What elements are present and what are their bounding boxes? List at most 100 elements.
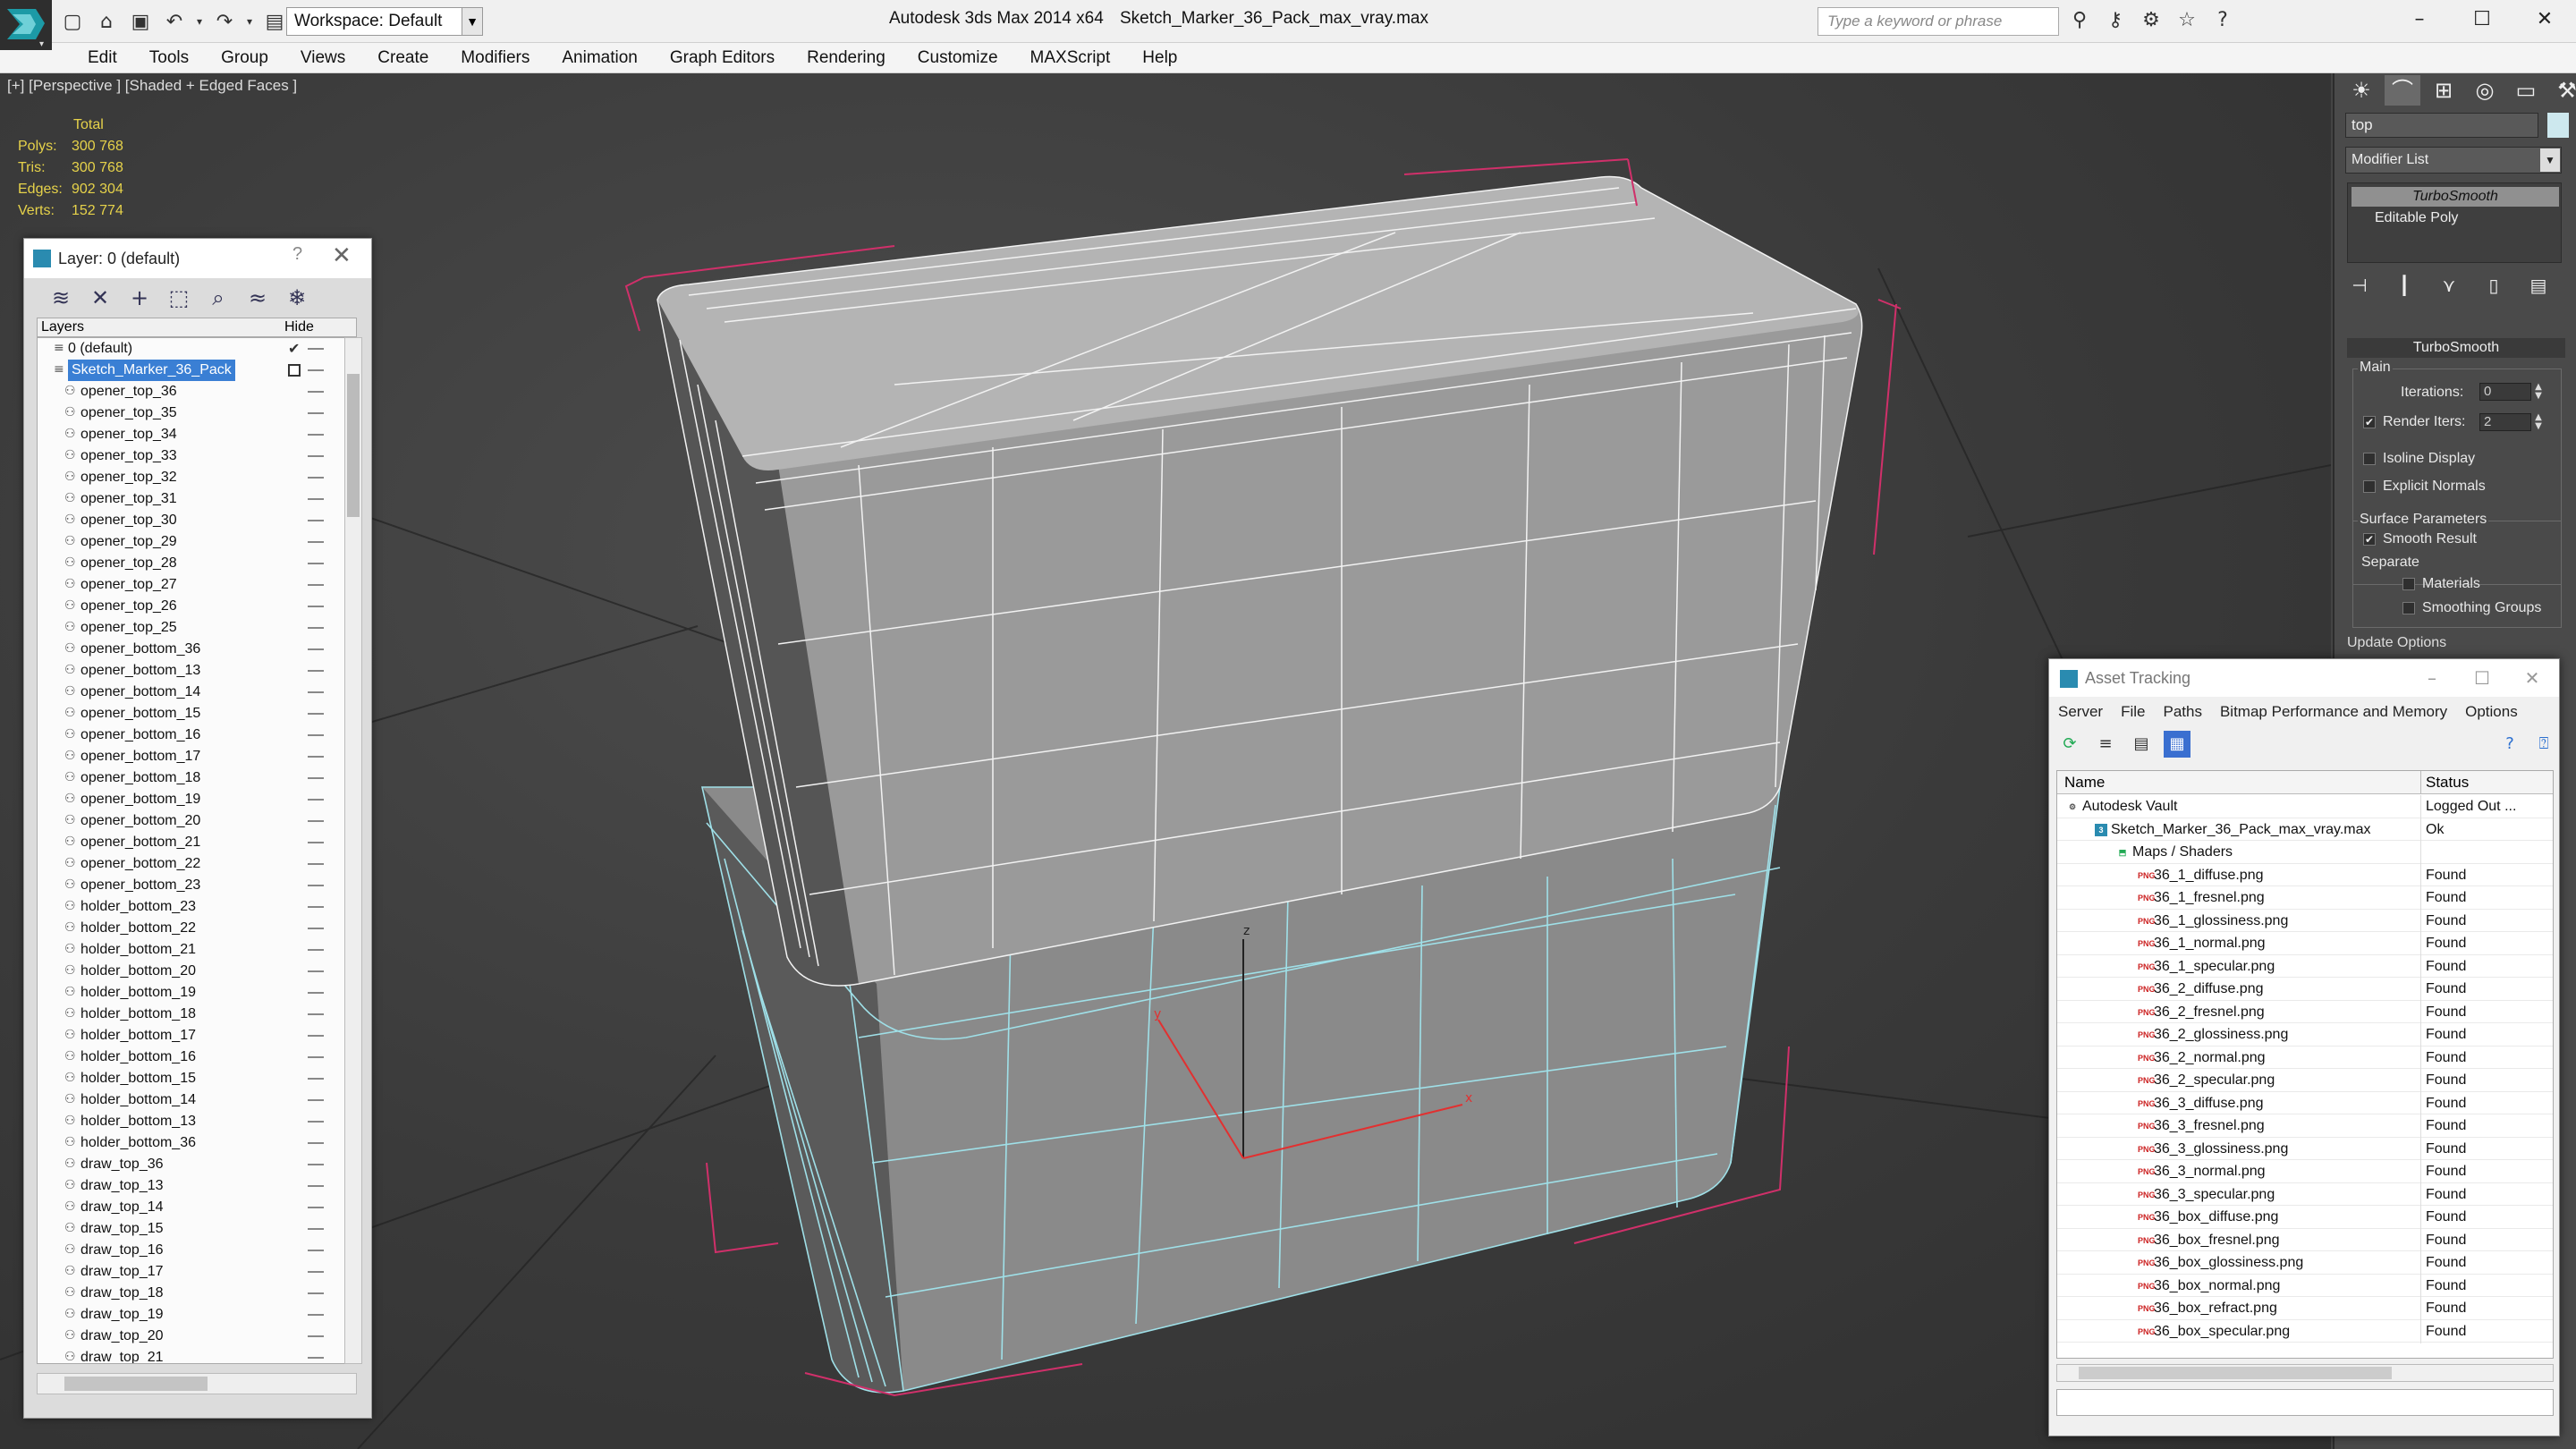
hide-toggle[interactable] — [308, 691, 324, 693]
hide-toggle[interactable] — [308, 1228, 324, 1230]
layer-row[interactable]: ⚇ opener_bottom_13 — [38, 660, 356, 682]
layer-row[interactable]: ≡ 0 (default) ✔ — [38, 338, 356, 360]
layer-row[interactable]: ⚇ draw_top_21 — [38, 1347, 356, 1363]
layer-row[interactable]: ⚇ draw_top_18 — [38, 1283, 356, 1304]
hide-toggle[interactable] — [308, 1121, 324, 1123]
layers-column-header[interactable]: Layers — [41, 318, 84, 336]
highlight-layer-icon[interactable]: ⌕ — [203, 283, 233, 313]
hide-toggle[interactable] — [308, 1357, 324, 1359]
hide-toggle[interactable] — [308, 1314, 324, 1316]
hide-toggle[interactable] — [308, 1185, 324, 1187]
name-column-header[interactable]: Name — [2064, 771, 2105, 794]
make-unique-icon[interactable]: ⋎ — [2433, 272, 2465, 299]
layer-row[interactable]: ≡ Sketch_Marker_36_Pack — [38, 360, 356, 381]
configure-sets-icon[interactable]: ▤ — [2522, 272, 2555, 299]
menu-create[interactable]: Create — [361, 43, 445, 73]
hide-toggle[interactable] — [308, 369, 324, 371]
layer-row[interactable]: ⚇ holder_bottom_36 — [38, 1132, 356, 1154]
hide-toggle[interactable] — [308, 1335, 324, 1337]
asset-row[interactable]: PNG 36_2_specular.png Found — [2057, 1069, 2553, 1092]
communication-icon[interactable]: ⚙ — [2138, 7, 2165, 34]
asset-row[interactable]: 3 Sketch_Marker_36_Pack_max_vray.max Ok — [2057, 818, 2553, 842]
hide-toggle[interactable] — [308, 627, 324, 629]
freeze-all-icon[interactable]: ❄ — [282, 283, 312, 313]
menu-tools[interactable]: Tools — [133, 43, 205, 73]
maximize-icon[interactable]: ☐ — [2457, 659, 2507, 697]
layer-row[interactable]: ⚇ opener_top_32 — [38, 467, 356, 488]
refresh-icon[interactable]: ⟳ — [2056, 731, 2083, 758]
asset-row[interactable]: PNG 36_box_normal.png Found — [2057, 1274, 2553, 1298]
close-icon[interactable]: ✕ — [332, 242, 352, 269]
workspace-select[interactable]: Workspace: Default — [286, 7, 483, 36]
asset-menu-options[interactable]: Options — [2456, 697, 2527, 727]
status-column-header[interactable]: Status — [2426, 771, 2469, 794]
hide-toggle[interactable] — [308, 477, 324, 479]
hide-toggle[interactable] — [308, 670, 324, 672]
update-options-label[interactable]: Update Options — [2347, 635, 2565, 651]
asset-row[interactable]: PNG 36_3_normal.png Found — [2057, 1160, 2553, 1183]
layer-row[interactable]: ⚇ opener_bottom_23 — [38, 875, 356, 896]
minimize-icon[interactable]: – — [2407, 659, 2457, 697]
hide-toggle[interactable] — [308, 563, 324, 564]
asset-row[interactable]: PNG 36_3_glossiness.png Found — [2057, 1137, 2553, 1161]
maximize-icon[interactable]: ☐ — [2451, 0, 2513, 39]
layer-row[interactable]: ⚇ holder_bottom_13 — [38, 1111, 356, 1132]
layer-row[interactable]: ⚇ holder_bottom_19 — [38, 982, 356, 1004]
hide-toggle[interactable] — [308, 928, 324, 929]
layer-row[interactable]: ⚇ draw_top_17 — [38, 1261, 356, 1283]
layer-row[interactable]: ⚇ opener_top_33 — [38, 445, 356, 467]
asset-row[interactable]: ⬒ Maps / Shaders — [2057, 841, 2553, 864]
favorites-star-icon[interactable]: ☆ — [2174, 7, 2200, 34]
layer-row[interactable]: ⚇ holder_bottom_15 — [38, 1068, 356, 1089]
select-objects-icon[interactable]: ⬚ — [164, 283, 194, 313]
help-icon[interactable]: ? — [292, 244, 302, 265]
layer-row[interactable]: ⚇ draw_top_13 — [38, 1175, 356, 1197]
asset-row[interactable]: PNG 36_1_diffuse.png Found — [2057, 863, 2553, 887]
asset-row[interactable]: PNG 36_2_normal.png Found — [2057, 1046, 2553, 1070]
explicit-normals-checkbox[interactable] — [2363, 480, 2376, 493]
redo-dropdown-icon[interactable]: ▾ — [243, 6, 256, 37]
hide-toggle[interactable] — [308, 820, 324, 822]
object-color-swatch[interactable] — [2547, 113, 2569, 138]
layer-row[interactable]: ⚇ opener_bottom_19 — [38, 789, 356, 810]
utilities-tab-icon[interactable]: ⚒ — [2549, 75, 2576, 106]
asset-row[interactable]: PNG 36_box_fresnel.png Found — [2057, 1228, 2553, 1252]
undo-icon[interactable]: ↶ — [159, 6, 190, 37]
hide-toggle[interactable] — [308, 1056, 324, 1058]
modifier-list-dropdown[interactable]: Modifier List — [2345, 147, 2562, 174]
hide-toggle[interactable] — [308, 348, 324, 350]
menu-help[interactable]: Help — [1126, 43, 1193, 73]
menu-modifiers[interactable]: Modifiers — [445, 43, 546, 73]
make-current-box[interactable] — [288, 364, 301, 377]
asset-menu-bitmap[interactable]: Bitmap Performance and Memory — [2211, 697, 2456, 727]
layer-row[interactable]: ⚇ holder_bottom_18 — [38, 1004, 356, 1025]
layer-row[interactable]: ⚇ opener_top_25 — [38, 617, 356, 639]
layer-row[interactable]: ⚇ opener_bottom_17 — [38, 746, 356, 767]
hide-toggle[interactable] — [308, 756, 324, 758]
asset-row[interactable]: PNG 36_box_specular.png Found — [2057, 1319, 2553, 1343]
layer-row[interactable]: ⚇ holder_bottom_20 — [38, 961, 356, 982]
menu-graph-editors[interactable]: Graph Editors — [654, 43, 791, 73]
render-iters-checkbox[interactable]: ✔ — [2363, 416, 2376, 428]
pin-stack-icon[interactable]: ⊣ — [2343, 272, 2376, 299]
layer-row[interactable]: ⚇ holder_bottom_22 — [38, 918, 356, 939]
hide-toggle[interactable] — [308, 885, 324, 886]
hide-toggle[interactable] — [308, 1099, 324, 1101]
remove-modifier-icon[interactable]: ▯ — [2478, 272, 2510, 299]
hide-toggle[interactable] — [308, 541, 324, 543]
layer-row[interactable]: ⚇ holder_bottom_23 — [38, 896, 356, 918]
asset-row[interactable]: PNG 36_2_glossiness.png Found — [2057, 1023, 2553, 1046]
asset-row[interactable]: PNG 36_3_diffuse.png Found — [2057, 1091, 2553, 1115]
spinner-arrows-icon[interactable]: ▲ ▼ — [2533, 413, 2544, 431]
redo-icon[interactable]: ↷ — [209, 6, 240, 37]
layer-row[interactable]: ⚇ draw_top_15 — [38, 1218, 356, 1240]
asset-row[interactable]: ⚙ Autodesk Vault Logged Out ... — [2057, 795, 2553, 818]
iterations-spinner[interactable]: 0 — [2479, 383, 2531, 401]
current-layer-checkmark-icon[interactable]: ✔ — [288, 338, 300, 360]
close-icon[interactable]: ✕ — [2513, 0, 2576, 39]
hide-toggle[interactable] — [308, 734, 324, 736]
layer-row[interactable]: ⚇ draw_top_14 — [38, 1197, 356, 1218]
asset-row[interactable]: PNG 36_2_diffuse.png Found — [2057, 978, 2553, 1001]
hierarchy-tab-icon[interactable]: ⊞ — [2426, 75, 2462, 106]
hide-toggle[interactable] — [308, 584, 324, 586]
